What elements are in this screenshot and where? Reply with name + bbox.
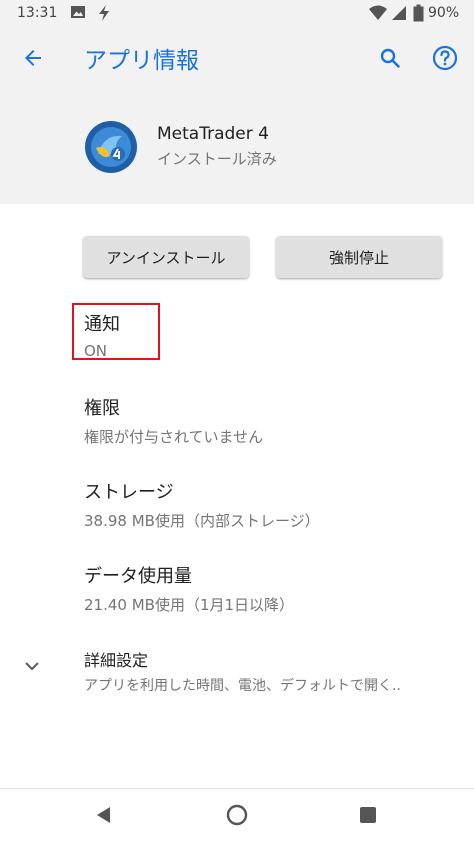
list-item-notifications[interactable]: 通知 ON — [84, 310, 120, 360]
nav-recents-button[interactable] — [350, 799, 386, 835]
nav-back-button[interactable] — [86, 799, 122, 835]
list-item-storage[interactable]: ストレージ 38.98 MB使用（内部ストレージ） — [84, 478, 320, 531]
nav-recents-icon — [359, 806, 377, 828]
wifi-icon — [368, 4, 388, 26]
list-item-permissions[interactable]: 権限 権限が付与されていません — [84, 394, 263, 447]
page-title: アプリ情報 — [84, 48, 199, 74]
force-stop-button[interactable]: 強制停止 — [276, 236, 442, 278]
item-title: 通知 — [84, 314, 120, 335]
search-button[interactable] — [370, 40, 410, 80]
help-button[interactable] — [425, 40, 465, 80]
app-header: MetaTrader 4 インストール済み — [0, 92, 474, 204]
battery-icon — [413, 4, 424, 26]
battery-percent: 90% — [428, 5, 460, 21]
item-title: 詳細設定 — [84, 651, 149, 670]
signal-icon — [390, 4, 408, 26]
item-title: ストレージ — [84, 482, 174, 503]
metatrader-app-icon — [84, 120, 138, 174]
bolt-notification-icon — [96, 4, 112, 26]
app-name: MetaTrader 4 — [157, 124, 269, 144]
item-subtitle: アプリを利用した時間、電池、デフォルトで開く.. — [84, 678, 401, 694]
back-button[interactable] — [13, 40, 53, 80]
nav-home-button[interactable] — [219, 799, 255, 835]
app-install-status: インストール済み — [157, 150, 277, 168]
item-title: データ使用量 — [84, 566, 192, 587]
navigation-bar — [0, 788, 474, 842]
help-icon — [432, 45, 458, 75]
image-notification-icon — [70, 4, 86, 24]
uninstall-button[interactable]: アンインストール — [83, 236, 249, 278]
item-title: 権限 — [84, 398, 120, 419]
expand-button[interactable] — [16, 652, 48, 684]
nav-home-icon — [226, 804, 248, 830]
item-subtitle: 21.40 MB使用（1月1日以降） — [84, 596, 295, 614]
item-subtitle: ON — [84, 342, 108, 360]
item-subtitle: 権限が付与されていません — [84, 428, 264, 446]
back-icon — [21, 46, 45, 74]
item-subtitle: 38.98 MB使用（内部ストレージ） — [84, 512, 320, 530]
status-time: 13:31 — [17, 5, 58, 21]
expand-icon — [22, 656, 42, 680]
nav-back-icon — [94, 805, 114, 829]
status-bar: 13:31 90% — [0, 0, 474, 28]
search-icon — [378, 46, 402, 74]
list-item-advanced[interactable]: 詳細設定 アプリを利用した時間、電池、デフォルトで開く.. — [84, 647, 401, 695]
app-bar: アプリ情報 — [0, 28, 474, 92]
list-item-data-usage[interactable]: データ使用量 21.40 MB使用（1月1日以降） — [84, 562, 294, 615]
